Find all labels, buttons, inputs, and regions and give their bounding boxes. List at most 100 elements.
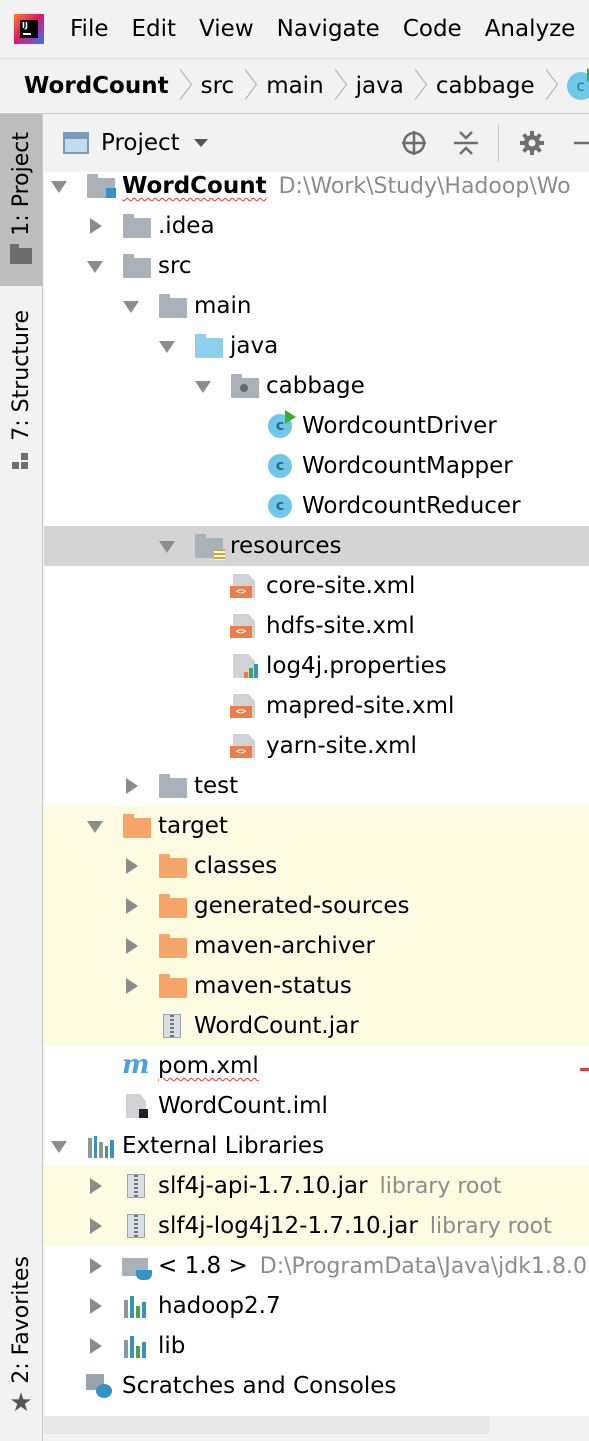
tree-node-iml[interactable]: WordCount.iml	[44, 1086, 589, 1126]
tree-node-file[interactable]: <> hdfs-site.xml	[44, 606, 589, 646]
tree-node-main[interactable]: main	[44, 286, 589, 326]
horizontal-scrollbar[interactable]	[44, 1416, 489, 1434]
tree-node-target-child[interactable]: generated-sources	[44, 886, 589, 926]
expand-arrow-icon[interactable]	[122, 857, 140, 875]
star-icon: ★	[9, 1387, 33, 1418]
breadcrumb-main[interactable]: main	[266, 73, 323, 99]
expand-arrow-icon[interactable]	[122, 897, 140, 915]
tab-project[interactable]: 1: Project	[0, 114, 42, 286]
tree-node-target-child[interactable]: maven-archiver	[44, 926, 589, 966]
class-icon: c	[266, 494, 294, 518]
expand-arrow-icon[interactable]	[86, 1337, 104, 1355]
runnable-class-icon[interactable]: c	[566, 68, 589, 100]
expand-arrow-icon[interactable]	[86, 217, 104, 235]
tree-node-lib[interactable]: lib	[44, 1326, 589, 1366]
tree-label: WordCount.iml	[158, 1093, 328, 1119]
expand-arrow-icon[interactable]	[122, 977, 140, 995]
tree-label: lib	[158, 1333, 186, 1359]
excluded-folder-icon	[158, 854, 187, 878]
tree-label: log4j.properties	[266, 653, 447, 679]
menu-file[interactable]: File	[70, 16, 109, 42]
menu-navigate[interactable]: Navigate	[277, 16, 380, 42]
folder-icon	[158, 294, 187, 318]
breadcrumb-src[interactable]: src	[201, 73, 235, 99]
tree-node-class-reducer[interactable]: c WordcountReducer	[44, 486, 589, 526]
project-view-selector[interactable]: Project	[101, 130, 180, 156]
tree-node-jdk[interactable]: < 1.8 > D:\ProgramData\Java\jdk1.8.0	[44, 1246, 589, 1286]
expand-arrow-icon[interactable]	[158, 537, 176, 555]
root-module-label: WordCount	[122, 173, 267, 199]
tree-label: java	[230, 333, 279, 359]
tree-node-scratches[interactable]: Scratches and Consoles	[44, 1366, 589, 1406]
tree-node-file[interactable]: <> yarn-site.xml	[44, 726, 589, 766]
tree-node-library[interactable]: slf4j-api-1.7.10.jar library root	[44, 1166, 589, 1206]
menu-edit[interactable]: Edit	[132, 16, 177, 42]
expand-arrow-icon[interactable]	[50, 177, 68, 195]
tool-window-strip: 1: Project 7: Structure 2: Favorites ★	[0, 114, 43, 1441]
tree-label: slf4j-log4j12-1.7.10.jar	[158, 1213, 418, 1239]
tree-label: target	[158, 813, 228, 839]
tree-node-target-child[interactable]: classes	[44, 846, 589, 886]
breadcrumb-java[interactable]: java	[356, 73, 404, 99]
source-root-folder-icon	[194, 334, 223, 358]
expand-arrow-icon[interactable]	[86, 1217, 104, 1235]
maven-icon: m	[122, 1050, 150, 1080]
tab-structure-label: 7: Structure	[8, 310, 34, 441]
breadcrumb-project[interactable]: WordCount	[24, 73, 169, 99]
chevron-down-icon[interactable]	[193, 139, 208, 147]
tree-node-target-child[interactable]: maven-status	[44, 966, 589, 1006]
class-icon: c	[266, 454, 294, 478]
tree-label: classes	[194, 853, 278, 879]
expand-arrow-icon[interactable]	[194, 377, 212, 395]
tree-node-test[interactable]: test	[44, 766, 589, 806]
tree-node-file[interactable]: log4j.properties	[44, 646, 589, 686]
tree-node-root[interactable]: WordCount D:\Work\Study\Hadoop\Wo	[44, 172, 589, 206]
menu-code[interactable]: Code	[403, 16, 462, 42]
tree-label: test	[194, 773, 239, 799]
tree-node-resources[interactable]: resources	[44, 526, 589, 566]
tree-node-library[interactable]: slf4j-log4j12-1.7.10.jar library root	[44, 1206, 589, 1246]
expand-arrow-icon[interactable]	[158, 337, 176, 355]
tree-node-hadoop[interactable]: hadoop2.7	[44, 1286, 589, 1326]
folder-icon	[122, 254, 151, 278]
scratches-icon	[86, 1374, 114, 1398]
tab-structure[interactable]: 7: Structure	[0, 302, 42, 474]
tree-label: maven-status	[194, 973, 352, 999]
properties-file-icon	[230, 654, 258, 678]
expand-arrow-icon[interactable]	[50, 1137, 68, 1155]
tree-node-file[interactable]: <> core-site.xml	[44, 566, 589, 606]
hide-button[interactable]	[567, 128, 589, 158]
locate-file-button[interactable]	[399, 128, 429, 158]
collapse-all-button[interactable]	[451, 128, 481, 158]
error-stripe-marker	[580, 1068, 589, 1071]
tree-node-target[interactable]: target	[44, 806, 589, 846]
tree-node-idea[interactable]: .idea	[44, 206, 589, 246]
menu-view[interactable]: View	[199, 16, 254, 42]
settings-button[interactable]	[517, 128, 547, 158]
menu-analyze[interactable]: Analyze	[485, 16, 576, 42]
expand-arrow-icon[interactable]	[122, 937, 140, 955]
tree-node-jar[interactable]: WordCount.jar	[44, 1006, 589, 1046]
tree-node-java[interactable]: java	[44, 326, 589, 366]
module-file-icon	[122, 1094, 150, 1118]
tree-node-class-driver[interactable]: c WordcountDriver	[44, 406, 589, 446]
expand-arrow-icon[interactable]	[86, 1257, 104, 1275]
tree-label: .idea	[158, 213, 215, 239]
tree-node-src[interactable]: src	[44, 246, 589, 286]
tree-node-pom[interactable]: m pom.xml	[44, 1046, 589, 1086]
expand-arrow-icon[interactable]	[86, 817, 104, 835]
breadcrumb-cabbage[interactable]: cabbage	[436, 73, 535, 99]
tree-node-class-mapper[interactable]: c WordcountMapper	[44, 446, 589, 486]
expand-arrow-icon[interactable]	[86, 1297, 104, 1315]
tree-label: core-site.xml	[266, 573, 416, 599]
expand-arrow-icon[interactable]	[86, 257, 104, 275]
expand-arrow-icon[interactable]	[122, 777, 140, 795]
library-icon	[122, 1294, 150, 1318]
tree-label: src	[158, 253, 192, 279]
expand-arrow-icon[interactable]	[122, 297, 140, 315]
tree-node-file[interactable]: <> mapred-site.xml	[44, 686, 589, 726]
tree-node-cabbage[interactable]: cabbage	[44, 366, 589, 406]
tree-node-external-libraries[interactable]: External Libraries	[44, 1126, 589, 1166]
tab-favorites[interactable]: 2: Favorites ★	[0, 1252, 42, 1432]
expand-arrow-icon[interactable]	[86, 1177, 104, 1195]
